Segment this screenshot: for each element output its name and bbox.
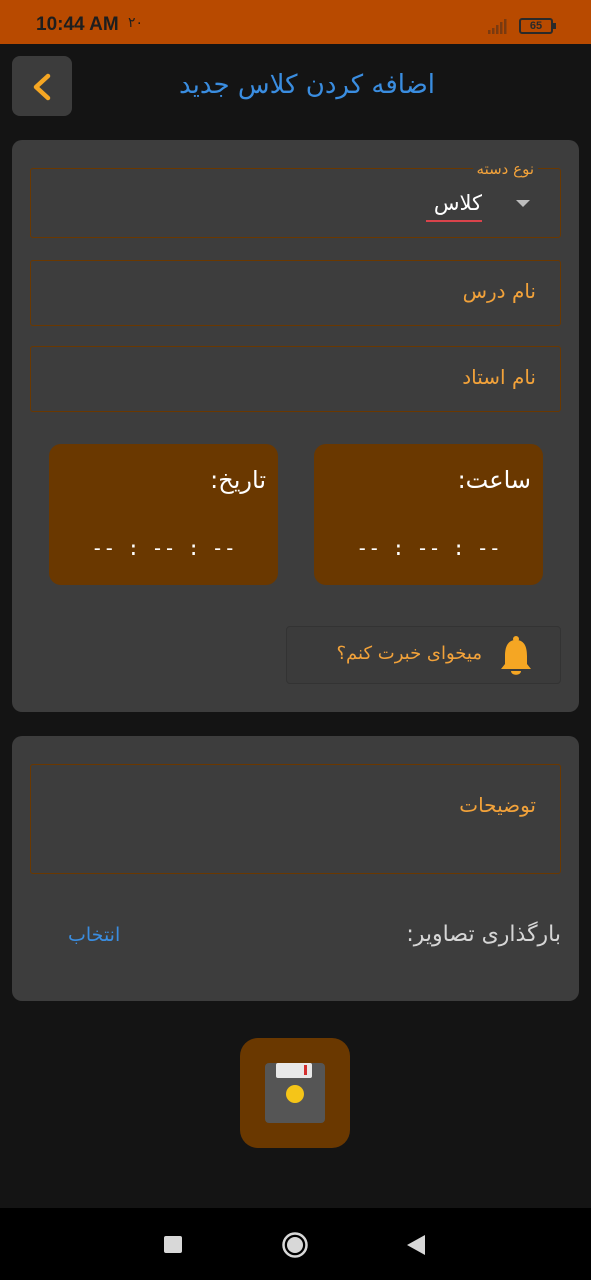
class-info-card: نوع دسته کلاس نام درس نام استاد ساعت: --…: [12, 140, 579, 712]
notify-button[interactable]: میخوای خبرت کنم؟: [286, 626, 561, 684]
description-field[interactable]: توضیحات: [30, 764, 561, 874]
square-icon[interactable]: [164, 1236, 182, 1253]
date-picker[interactable]: تاریخ: -- : -- : --: [49, 444, 278, 585]
status-time: 10:44 AM: [36, 14, 119, 35]
description-placeholder: توضیحات: [459, 793, 536, 817]
category-select[interactable]: نوع دسته کلاس: [30, 160, 561, 238]
battery-icon: 65: [519, 18, 556, 34]
dropdown-arrow-icon: [516, 200, 530, 207]
navigation-bar: [0, 1208, 591, 1280]
battery-level: 65: [529, 20, 543, 32]
teacher-name-field[interactable]: نام استاد: [30, 346, 561, 412]
status-bar: 10:44 AM ۲۰ 65: [0, 0, 591, 44]
time-label: ساعت:: [457, 466, 531, 494]
category-value: کلاس: [433, 191, 482, 215]
lesson-name-placeholder: نام درس: [462, 279, 536, 303]
circle-home-icon[interactable]: [281, 1231, 309, 1259]
category-legend: نوع دسته: [472, 160, 538, 178]
floppy-disk-icon: [265, 1063, 325, 1123]
back-button[interactable]: [12, 56, 72, 116]
lesson-name-field[interactable]: نام درس: [30, 260, 561, 326]
spellcheck-underline: [426, 220, 482, 222]
page-title: اضافه کردن کلاس جدید: [178, 70, 435, 100]
bell-icon: [501, 636, 531, 675]
time-value: -- : -- : --: [356, 536, 501, 560]
teacher-name-placeholder: نام استاد: [462, 365, 536, 389]
date-label: تاریخ:: [210, 466, 266, 494]
notify-label: میخوای خبرت کنم؟: [336, 643, 483, 664]
date-value: -- : -- : --: [91, 536, 236, 560]
save-button[interactable]: [240, 1038, 350, 1148]
time-picker[interactable]: ساعت: -- : -- : --: [314, 444, 543, 585]
status-extra: ۲۰: [128, 15, 144, 31]
triangle-back-icon[interactable]: [406, 1234, 426, 1256]
select-images-link[interactable]: انتخاب: [68, 924, 120, 946]
signal-icon: [488, 19, 507, 34]
upload-images-label: بارگذاری تصاویر:: [406, 922, 561, 947]
chevron-left-icon: [33, 73, 51, 101]
details-card: توضیحات بارگذاری تصاویر: انتخاب: [12, 736, 579, 1001]
